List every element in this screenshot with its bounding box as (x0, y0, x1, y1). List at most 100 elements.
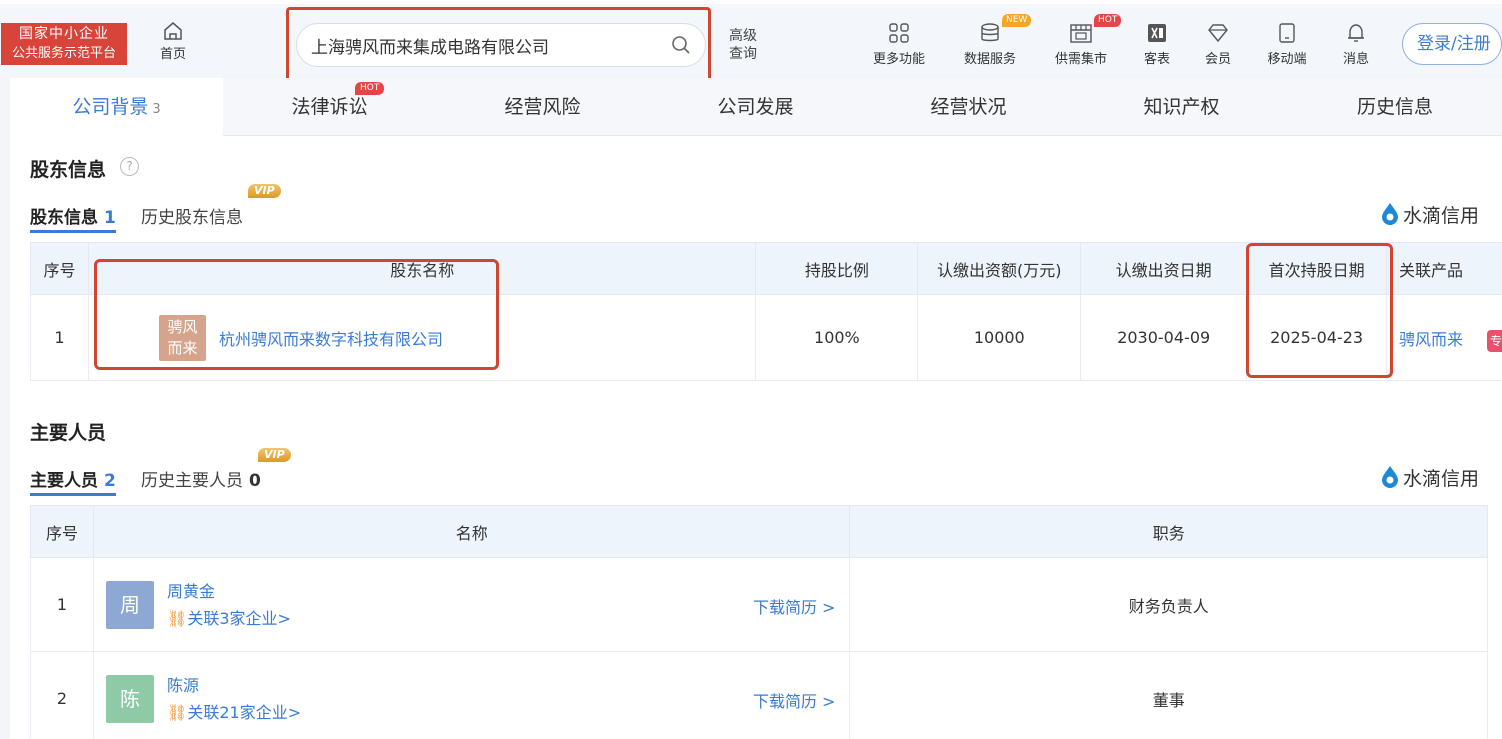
nav-excel[interactable]: 客表 (1140, 22, 1174, 67)
nav-more-functions[interactable]: 更多功能 (868, 22, 930, 67)
cell-subscribe-date: 2030-04-09 (1080, 294, 1248, 381)
brand-label: 水滴信用 (1403, 205, 1480, 227)
tab-label: 公司背景 (72, 96, 149, 118)
nav-market[interactable]: 供需集市 HOT (1050, 14, 1122, 67)
subtab-shareholders[interactable]: 股东信息 1 (30, 203, 116, 233)
related-companies-link[interactable]: ⛓关联21家企业> (167, 699, 301, 726)
tab-business-risk[interactable]: 经营风险 (436, 78, 649, 136)
subtab-count: 0 (249, 471, 261, 491)
cell-person: 陈 陈源 ⛓关联21家企业> 下载简历 > (92, 651, 851, 739)
col-ratio: 持股比例 (755, 242, 919, 295)
person-name-link[interactable]: 周黄金 (167, 578, 291, 605)
shareholder-table: 序号 股东名称 持股比例 认缴出资额(万元) 认缴出资日期 首次持股日期 关联产… (30, 242, 1502, 381)
related-label: 关联21家企业> (187, 702, 302, 722)
subtab-personnel[interactable]: 主要人员 2 (30, 466, 116, 496)
tab-company-background[interactable]: 公司背景 3 (10, 78, 223, 136)
avatar-line2: 而来 (167, 338, 198, 357)
platform-logo[interactable]: 国家中小企业 公共服务示范平台 (1, 23, 127, 65)
search-icon[interactable] (671, 35, 691, 55)
tab-label: 公司发展 (717, 96, 794, 118)
person-info: 陈源 ⛓关联21家企业> (167, 672, 301, 726)
shuidi-brand: 水滴信用 (1380, 464, 1479, 491)
logo-line1: 国家中小企业 (19, 26, 109, 42)
person-avatar: 周 (105, 580, 154, 629)
table-header-row: 序号 股东名称 持股比例 认缴出资额(万元) 认缴出资日期 首次持股日期 关联产… (30, 242, 1502, 295)
cell-index: 1 (30, 557, 94, 652)
relation-icon: ⛓ (167, 608, 188, 628)
related-label: 关联3家企业> (187, 608, 291, 628)
tab-history[interactable]: 历史信息 (1288, 78, 1502, 136)
tab-development[interactable]: 公司发展 (649, 78, 862, 136)
excel-icon (1148, 24, 1166, 42)
database-icon (981, 23, 999, 42)
col-name: 名称 (92, 505, 851, 558)
download-resume-link[interactable]: 下载简历 > (753, 594, 836, 618)
main-tabs: 公司背景 3 法律诉讼 经营风险 公司发展 经营状况 知识产权 历史信息 (10, 78, 1502, 136)
subtab-label: 历史主要人员 (141, 471, 243, 491)
subtab-history-personnel[interactable]: 历史主要人员 0 (141, 466, 261, 491)
col-first-date: 首次持股日期 (1246, 242, 1388, 295)
water-drop-icon (1382, 203, 1398, 225)
grid-icon (889, 23, 909, 43)
nav-label: 数据服务 (963, 52, 1016, 67)
nav-member[interactable]: 会员 (1201, 22, 1235, 67)
col-shareholder-name: 股东名称 (87, 242, 757, 295)
market-icon (1070, 24, 1092, 43)
tab-label: 法律诉讼 (291, 96, 368, 118)
col-index: 序号 (30, 505, 94, 558)
table-row: 1 周 周黄金 ⛓关联3家企业> 下载简历 > 财务负责人 (30, 557, 1488, 652)
shuidi-brand: 水滴信用 (1380, 201, 1479, 228)
advanced-line1: 高级 (729, 28, 757, 44)
subtab-count: 2 (104, 471, 116, 491)
nav-label: 供需集市 (1054, 52, 1107, 67)
bell-icon (1348, 24, 1364, 42)
tab-legal[interactable]: 法律诉讼 (223, 78, 436, 136)
company-avatar: 骋风 而来 (158, 314, 206, 361)
person-avatar: 陈 (105, 674, 154, 723)
product-link[interactable]: 骋风而来 (1399, 330, 1463, 349)
col-subscribe-date: 认缴出资日期 (1080, 242, 1248, 295)
diamond-icon (1208, 24, 1228, 43)
download-resume-link[interactable]: 下载简历 > (753, 688, 836, 712)
tab-label: 历史信息 (1356, 96, 1433, 118)
shareholder-section-title: 股东信息 (30, 159, 107, 181)
related-companies-link[interactable]: ⛓关联3家企业> (167, 605, 291, 632)
subtab-history-shareholders[interactable]: 历史股东信息 (141, 203, 243, 228)
help-icon[interactable]: ? (120, 157, 139, 176)
col-position: 职务 (849, 505, 1488, 558)
personnel-section-title: 主要人员 (30, 422, 107, 444)
advanced-line2: 查询 (729, 46, 757, 62)
nav-label: 更多功能 (872, 52, 925, 67)
tab-count: 3 (152, 102, 161, 117)
cell-product: 骋风而来 (1386, 294, 1502, 381)
subtab-label: 股东信息 (30, 208, 98, 228)
cell-index: 2 (30, 651, 94, 739)
person-info: 周黄金 ⛓关联3家企业> (167, 578, 291, 632)
col-index: 序号 (30, 242, 89, 295)
search-input[interactable] (311, 24, 671, 66)
mobile-icon (1279, 23, 1295, 43)
vip-badge: VIP (248, 184, 281, 198)
tab-label: 经营状况 (930, 96, 1007, 118)
home-link[interactable]: 首页 (150, 22, 196, 62)
avatar-line1: 骋风 (167, 317, 198, 336)
tab-ip[interactable]: 知识产权 (1075, 78, 1288, 136)
nav-messages[interactable]: 消息 (1338, 22, 1374, 67)
hot-badge: HOT (1094, 14, 1122, 27)
col-amount: 认缴出资额(万元) (917, 242, 1082, 295)
subtab-label: 历史股东信息 (141, 208, 243, 228)
home-label: 首页 (159, 47, 186, 62)
tab-label: 经营风险 (504, 96, 581, 118)
advanced-search-link[interactable]: 高级 查询 (729, 27, 765, 63)
shareholder-link[interactable]: 杭州骋风而来数字科技有限公司 (219, 330, 443, 349)
nav-label: 消息 (1342, 52, 1369, 67)
tab-label: 知识产权 (1143, 96, 1220, 118)
login-button[interactable]: 登录/注册 (1402, 23, 1502, 65)
tab-operation[interactable]: 经营状况 (862, 78, 1075, 136)
nav-data-service[interactable]: 数据服务 NEW (958, 14, 1032, 67)
person-name-link[interactable]: 陈源 (167, 672, 301, 699)
legal-hot-badge: HOT (355, 82, 385, 95)
nav-mobile[interactable]: 移动端 (1262, 22, 1312, 67)
nav-label: 会员 (1204, 52, 1231, 67)
subtab-label: 主要人员 (30, 471, 98, 491)
